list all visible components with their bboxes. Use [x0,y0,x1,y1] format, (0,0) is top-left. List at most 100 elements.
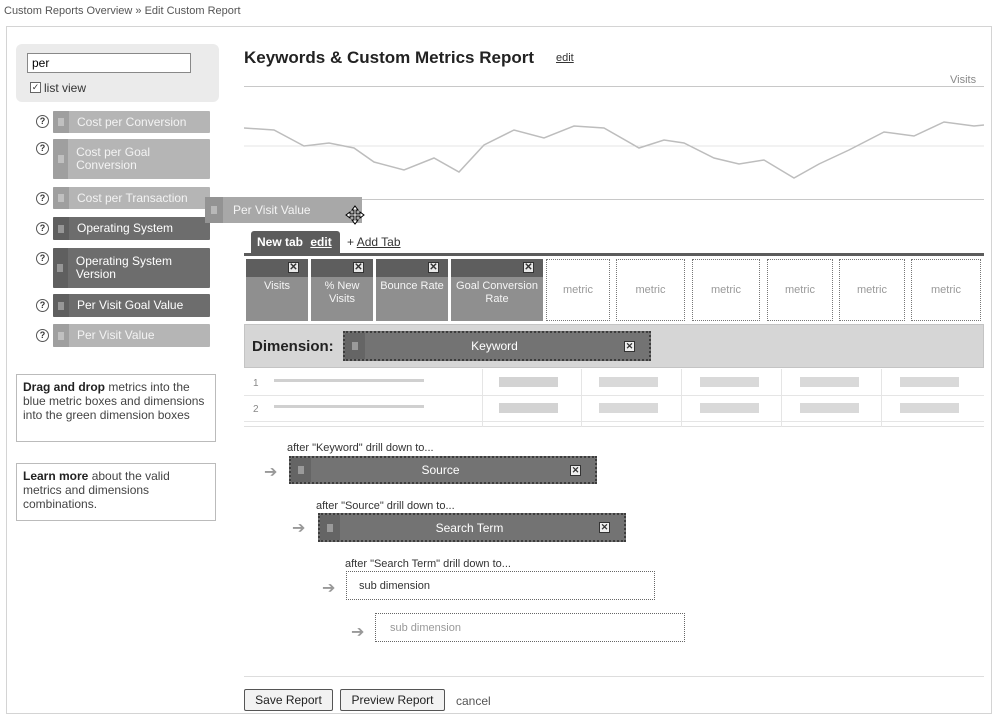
sub-dimension-slot[interactable]: sub dimension [375,613,685,642]
col-divider [581,369,582,427]
dimension-item-operating-system-version[interactable]: Operating System Version [53,248,210,288]
footer-divider [244,676,984,677]
cell-placeholder [800,377,859,387]
help-icon[interactable]: ? [36,252,49,265]
grip-icon [53,139,69,179]
cell-placeholder [800,403,859,413]
tab-edit-link[interactable]: edit [310,235,331,249]
arrow-right-icon: ➔ [292,520,306,537]
metric-item-label: Per Visit Value [77,328,155,342]
drilldown-chip-source[interactable]: Source ✕ [289,456,597,484]
tab-underline [244,253,984,256]
add-tab-label: Add Tab [356,235,401,249]
help-icon[interactable]: ? [36,299,49,312]
cell-placeholder [499,377,558,387]
help-icon[interactable]: ? [36,142,49,155]
metric-item-label: Cost per Transaction [77,190,188,205]
arrow-right-icon: ➔ [351,624,365,641]
close-icon[interactable]: ✕ [599,522,610,533]
drilldown-caption: after "Keyword" drill down to... [287,442,434,454]
help-icon[interactable]: ? [36,329,49,342]
col-divider [881,369,882,427]
close-icon[interactable]: ✕ [624,340,635,352]
metric-slot-empty[interactable]: metric [839,259,905,321]
breadcrumb[interactable]: Custom Reports Overview » Edit Custom Re… [4,5,241,17]
row-divider [244,421,984,422]
title-edit-link[interactable]: edit [556,52,574,64]
grip-icon [53,324,69,347]
preview-report-button[interactable]: Preview Report [340,689,445,711]
cell-placeholder [599,377,658,387]
cell-placeholder [900,403,959,413]
drag-ghost-per-visit-value[interactable]: Per Visit Value [205,197,362,223]
close-icon[interactable]: ✕ [353,262,364,273]
metric-slot-empty[interactable]: metric [767,259,833,321]
grip-icon [53,294,69,317]
dimension-label: Dimension: [252,338,334,355]
close-icon[interactable]: ✕ [570,464,581,476]
drilldown-chip-label: Search Term [435,520,504,535]
help-drag-drop: Drag and drop metrics into the blue metr… [16,374,216,442]
tab-new[interactable]: New tab edit [251,231,340,253]
dimension-item-label: Operating System [77,221,174,235]
metric-item-cost-per-transaction[interactable]: Cost per Transaction [53,187,210,209]
dimension-chip-label: Keyword [471,339,518,353]
metric-item-label: Per Visit Goal Value [77,298,184,312]
close-icon[interactable]: ✕ [523,262,534,273]
drag-ghost-label: Per Visit Value [233,203,311,217]
cell-placeholder [700,377,759,387]
metric-slot-empty[interactable]: metric [616,259,685,321]
grip-icon [291,458,311,482]
drilldown-caption: after "Source" drill down to... [316,500,455,512]
close-icon[interactable]: ✕ [428,262,439,273]
cell-placeholder [900,377,959,387]
drilldown-chip-search-term[interactable]: Search Term ✕ [318,513,626,542]
row-divider [244,395,984,396]
cell-placeholder [599,403,658,413]
metric-column-new-visits[interactable]: ✕ % New Visits [311,259,373,321]
search-input[interactable] [27,53,191,73]
cancel-link[interactable]: cancel [456,694,491,708]
metric-slot-empty[interactable]: metric [692,259,760,321]
arrow-right-icon: ➔ [322,580,336,597]
grip-icon [53,111,69,133]
help-icon[interactable]: ? [36,192,49,205]
chart-top-border [244,86,984,87]
help-icon[interactable]: ? [36,115,49,128]
help-drag-drop-bold: Drag and drop [23,380,106,394]
help-icon[interactable]: ? [36,222,49,235]
metric-column-visits[interactable]: ✕ Visits [246,259,308,321]
grip-icon [320,515,340,540]
dimension-item-label: Operating System Version [75,254,172,281]
chart-series-label: Visits [950,74,977,86]
chart-preview [244,121,984,179]
close-icon[interactable]: ✕ [288,262,299,273]
learn-more-link[interactable]: Learn more [23,469,88,483]
cell-placeholder [499,403,558,413]
add-tab-link[interactable]: + Add Tab [347,235,401,249]
grip-icon [53,248,68,288]
cell-placeholder [700,403,759,413]
metric-slot-empty[interactable]: metric [911,259,981,321]
drilldown-chip-label: Source [421,463,460,477]
sub-dimension-slot[interactable]: sub dimension [346,571,655,600]
grip-icon [53,187,69,209]
metric-item-cost-per-conversion[interactable]: Cost per Conversion [53,111,210,133]
metric-item-per-visit-goal-value[interactable]: Per Visit Goal Value [53,294,210,317]
dimension-chip-keyword[interactable]: Keyword ✕ [343,331,651,361]
metric-slot-empty[interactable]: metric [546,259,610,321]
drilldown-caption: after "Search Term" drill down to... [345,558,511,570]
list-view-checkbox[interactable]: ✓ [30,82,41,93]
move-cursor-icon [345,205,365,225]
metric-column-bounce-rate[interactable]: ✕ Bounce Rate [376,259,448,321]
metric-item-per-visit-value[interactable]: Per Visit Value [53,324,210,347]
metric-item-cost-per-goal-conversion[interactable]: Cost per Goal Conversion [53,139,210,179]
metric-column-label: % New Visits [324,280,360,305]
row-number: 2 [253,404,259,415]
save-report-button[interactable]: Save Report [244,689,333,711]
tab-new-label: New tab [257,235,304,249]
grip-icon [345,333,365,359]
dimension-item-operating-system[interactable]: Operating System [53,217,210,240]
table-row [274,379,424,382]
metric-column-goal-conversion-rate[interactable]: ✕ Goal Conversion Rate [451,259,543,321]
